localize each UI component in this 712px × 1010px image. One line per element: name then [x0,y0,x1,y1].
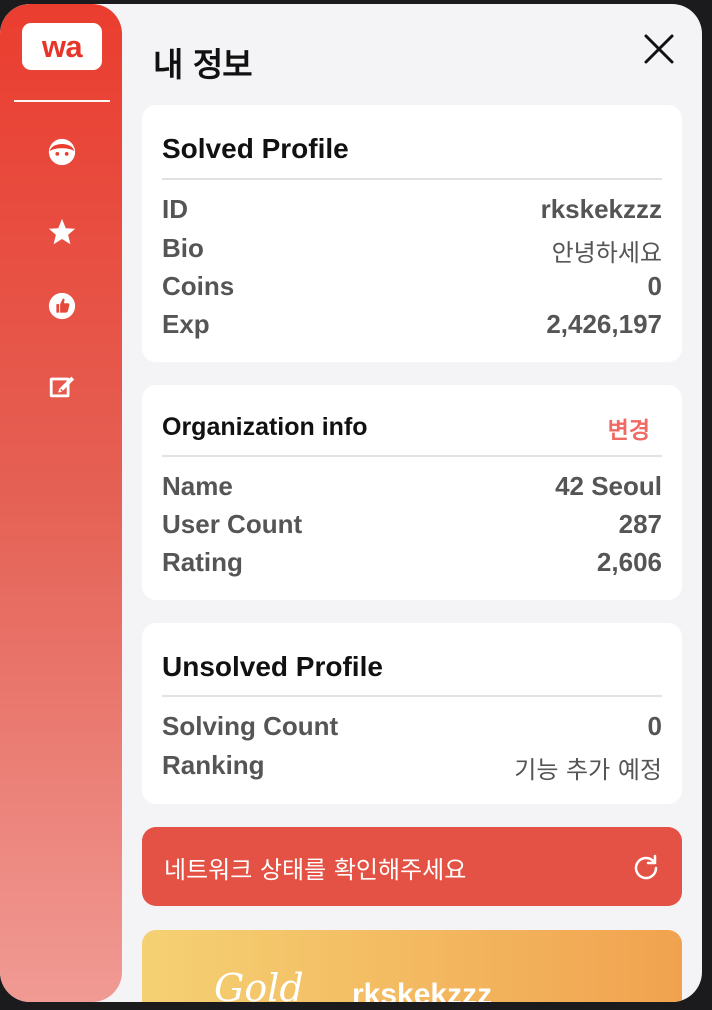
solved-profile-card: Solved Profile ID rkskekzzz Bio 안녕하세요 Co… [142,105,682,362]
row-value: 42 Seoul [555,471,662,501]
page-title: 내 정보 [153,45,253,84]
row-value: 기능 추가 예정 [514,756,662,784]
row-label: ID [162,194,188,224]
row-label: Name [162,471,233,501]
card-divider [162,178,662,180]
profile-window: wa 내 정보 Solved Profile ID rkskekzzz Bio … [0,4,702,1002]
network-status-banner[interactable]: 네트워크 상태를 확인해주세요 [142,827,682,906]
app-logo[interactable]: wa [22,23,102,70]
org-row-name: Name 42 Seoul [162,471,662,507]
org-row-user-count: User Count 287 [162,509,662,545]
card-divider [162,695,662,697]
banner-text: 네트워크 상태를 확인해주세요 [164,856,467,884]
profile-row-exp: Exp 2,426,197 [162,309,662,345]
card-title: Solved Profile [162,133,349,164]
unsolved-profile-card: Unsolved Profile Solving Count 0 Ranking… [142,623,682,804]
sidebar: wa [0,4,122,1002]
close-icon[interactable] [640,30,678,68]
row-label: Bio [162,233,204,263]
edit-icon[interactable] [46,370,78,402]
row-value: 0 [647,271,662,301]
row-label: Solving Count [162,711,339,741]
star-icon[interactable] [46,216,78,248]
card-divider [162,455,662,457]
organization-card: Organization info 변경 Name 42 Seoul User … [142,385,682,600]
card-title: Unsolved Profile [162,651,383,682]
thumbs-up-icon[interactable] [46,290,78,322]
row-value: 287 [618,509,662,539]
row-label: Coins [162,271,235,301]
profile-row-bio: Bio 안녕하세요 [162,233,662,269]
row-value: 2,606 [596,547,662,577]
profile-row-coins: Coins 0 [162,271,662,307]
unsolved-row-solving-count: Solving Count 0 [162,711,662,747]
card-title: Organization info [162,413,368,441]
row-label: User Count [162,509,303,539]
profile-row-id: ID rkskekzzz [162,194,662,230]
row-label: Exp [162,309,210,339]
change-organization-button[interactable]: 변경 [608,411,650,445]
row-label: Rating [162,547,243,577]
tier-username: rkskekzzz [352,978,493,1002]
row-value: 2,426,197 [546,309,662,339]
face-icon[interactable] [46,136,78,168]
tier-card: Gold rkskekzzz [142,930,682,1002]
unsolved-row-ranking: Ranking 기능 추가 예정 [162,750,662,786]
tier-name: Gold [214,966,304,1002]
org-row-rating: Rating 2,606 [162,547,662,583]
sidebar-divider [14,100,110,102]
refresh-icon[interactable] [632,853,660,881]
row-value: rkskekzzz [540,194,662,224]
row-value: 0 [647,711,662,741]
row-value: 안녕하세요 [551,239,662,267]
row-label: Ranking [162,750,265,780]
